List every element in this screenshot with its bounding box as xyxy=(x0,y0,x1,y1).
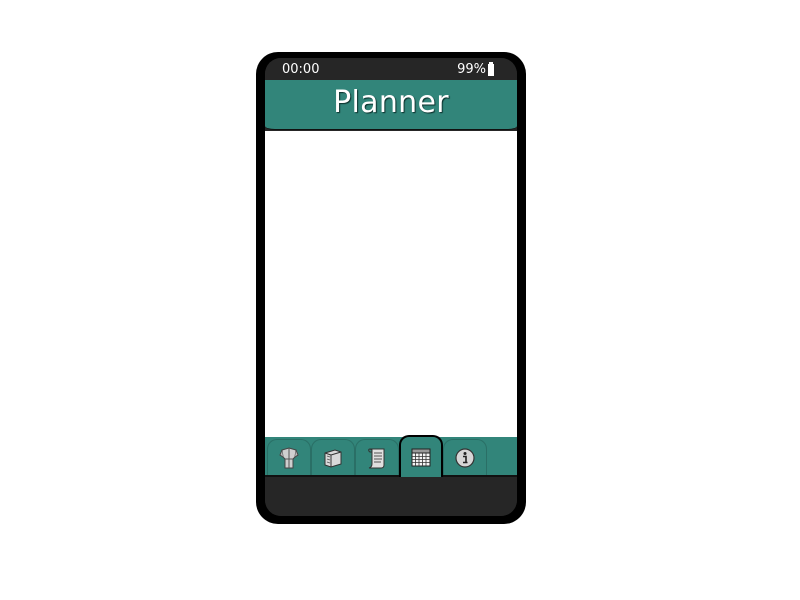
content-area xyxy=(265,131,517,437)
calendar-icon xyxy=(411,448,431,467)
tab-scroll[interactable] xyxy=(355,439,399,475)
armor-icon xyxy=(279,446,299,468)
bottom-area xyxy=(265,477,517,516)
tab-bar xyxy=(265,435,517,477)
status-bar: 00:00 99% xyxy=(265,58,517,80)
info-icon xyxy=(455,447,475,468)
battery-level: 99% xyxy=(457,62,486,77)
status-time: 00:00 xyxy=(282,62,320,77)
battery-icon xyxy=(488,61,494,76)
tab-armor[interactable] xyxy=(267,439,311,475)
page-title: Planner xyxy=(333,85,449,120)
phone-screen: 00:00 99% Planner xyxy=(265,58,517,516)
tab-book[interactable] xyxy=(311,439,355,475)
scroll-icon xyxy=(368,448,385,468)
tab-calendar[interactable] xyxy=(399,435,443,477)
tab-info[interactable] xyxy=(443,439,487,475)
status-battery: 99% xyxy=(457,61,494,77)
app-header: Planner xyxy=(265,80,517,130)
book-icon xyxy=(324,448,342,468)
